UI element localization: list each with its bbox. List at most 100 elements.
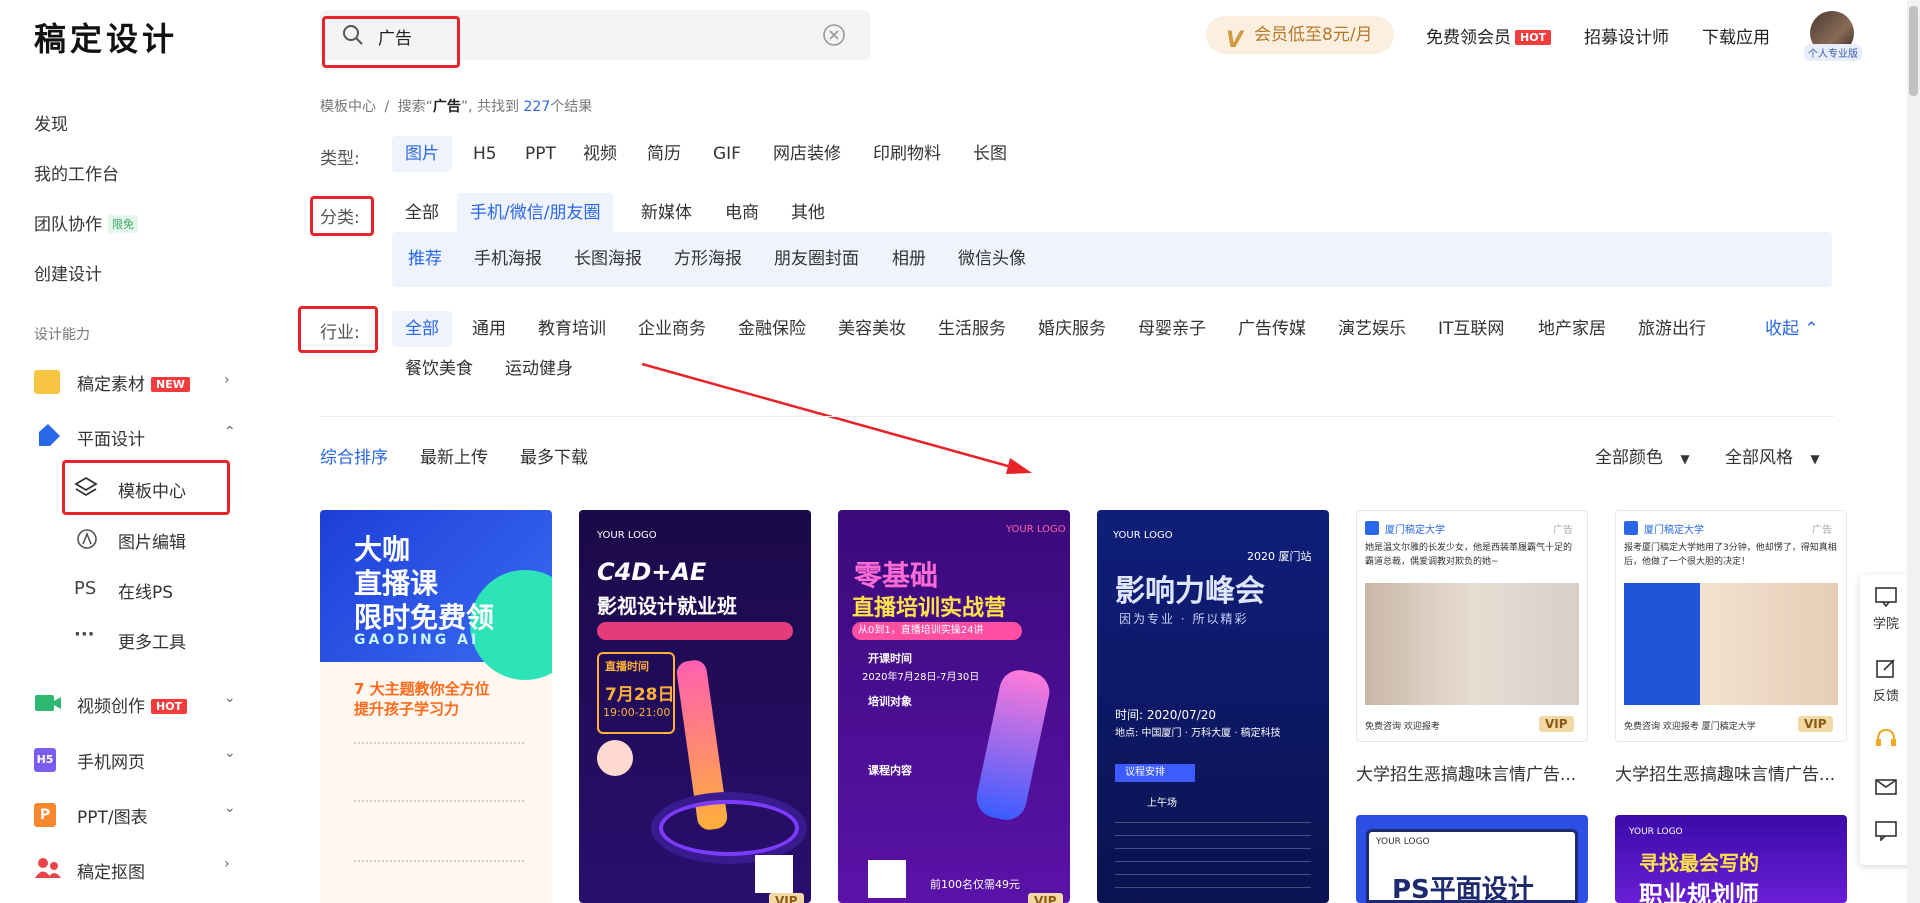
industry-option[interactable]: 旅游出行 <box>1625 311 1719 347</box>
industry-option[interactable]: IT互联网 <box>1425 311 1517 347</box>
industry-option[interactable]: 地产家居 <box>1525 311 1619 347</box>
subcategory-option[interactable]: 推荐 <box>408 232 442 287</box>
subcategory-option[interactable]: 方形海报 <box>674 232 742 287</box>
industry-option[interactable]: 通用 <box>459 311 519 347</box>
chevron-up-icon[interactable]: ⌃ <box>224 424 236 440</box>
template-card[interactable]: YOUR LOGO 2020 厦门站 影响力峰会 因为专业 · 所以精彩 时间:… <box>1097 510 1329 903</box>
industry-option[interactable]: 全部 <box>392 311 452 347</box>
category-option[interactable]: 全部 <box>392 195 452 231</box>
vip-banner[interactable]: V 会员低至8元/月 <box>1206 16 1394 54</box>
subcategory-option[interactable]: 相册 <box>892 232 926 287</box>
headset-icon[interactable] <box>1875 728 1897 748</box>
industry-option[interactable]: 生活服务 <box>925 311 1019 347</box>
chevron-right-icon[interactable]: › <box>224 856 230 872</box>
industry-option[interactable]: 婚庆服务 <box>1025 311 1119 347</box>
sidebar-item-online-ps[interactable]: 在线PS <box>118 578 173 603</box>
industry-option[interactable]: 母婴亲子 <box>1125 311 1219 347</box>
scrollbar-thumb[interactable] <box>1909 6 1918 96</box>
template-card[interactable]: 大咖 直播课 限时免费领 GAODING AI 7 大主题教你全方位 提升孩子学… <box>320 510 552 903</box>
type-option[interactable]: 网店装修 <box>760 136 854 172</box>
template-card[interactable]: 厦门稿定大学 广告 报考厦门稿定大学她用了3分钟，他却愣了，得知真相后，他做了一… <box>1615 510 1847 742</box>
sort-option[interactable]: 综合排序 <box>307 440 401 476</box>
category-option[interactable]: 新媒体 <box>628 195 705 231</box>
type-option[interactable]: 长图 <box>960 136 1020 172</box>
category-option[interactable]: 手机/微信/朋友圈 <box>457 193 614 233</box>
free-vip-link[interactable]: 免费领会员 HOT <box>1426 23 1552 48</box>
chevron-down-icon[interactable]: ⌄ <box>224 800 236 816</box>
sidebar-item-workbench[interactable]: 我的工作台 <box>34 160 119 185</box>
recruit-link[interactable]: 招募设计师 <box>1584 23 1669 48</box>
card-time: 时间: 2020/07/20 <box>1115 708 1217 722</box>
sidebar-item-create[interactable]: 创建设计 <box>34 260 102 285</box>
industry-option[interactable]: 运动健身 <box>492 351 586 387</box>
new-tag: NEW <box>151 377 190 392</box>
industry-option[interactable]: 演艺娱乐 <box>1325 311 1419 347</box>
industry-option[interactable]: 金融保险 <box>725 311 819 347</box>
card-title-line: PS平面设计 <box>1392 875 1534 903</box>
subcategory-option[interactable]: 微信头像 <box>958 232 1026 287</box>
chevron-up-icon: ⌃ <box>1804 319 1819 339</box>
card-illustration <box>1365 583 1579 705</box>
message-icon[interactable] <box>1875 821 1897 841</box>
logo[interactable]: 稿定设计 <box>34 14 178 60</box>
category-option[interactable]: 其他 <box>778 195 838 231</box>
feedback-button[interactable]: 反馈 <box>1860 685 1912 704</box>
sidebar-item-graphic[interactable]: 平面设计 <box>77 425 145 450</box>
industry-option[interactable]: 广告传媒 <box>1225 311 1319 347</box>
color-filter-dropdown[interactable]: 全部颜色 ▼ <box>1582 440 1703 476</box>
type-option[interactable]: GIF <box>700 136 754 172</box>
subcategory-option[interactable]: 长图海报 <box>574 232 642 287</box>
card-title[interactable]: 大学招生恶搞趣味言情广告... <box>1356 760 1588 785</box>
sidebar-item-materials[interactable]: 稿定素材 NEW <box>77 370 190 395</box>
industry-option[interactable]: 美容美妆 <box>825 311 919 347</box>
card-title[interactable]: 大学招生恶搞趣味言情广告... <box>1615 760 1847 785</box>
industry-option[interactable]: 餐饮美食 <box>392 351 486 387</box>
clear-icon[interactable] <box>822 23 846 47</box>
sidebar-item-discover[interactable]: 发现 <box>34 110 68 135</box>
chevron-down-icon[interactable]: ⌄ <box>224 745 236 761</box>
sidebar-item-image-edit[interactable]: 图片编辑 <box>118 528 186 553</box>
card-account: 厦门稿定大学 <box>1385 525 1445 536</box>
card-time: 19:00-21:00 <box>603 706 671 719</box>
academy-icon <box>1875 587 1897 607</box>
download-link[interactable]: 下载应用 <box>1702 23 1770 48</box>
collapse-button[interactable]: 收起 ⌃ <box>1752 311 1832 347</box>
industry-option[interactable]: 企业商务 <box>625 311 719 347</box>
sidebar-item-cutout[interactable]: 稿定抠图 <box>77 858 145 883</box>
sidebar-item-video[interactable]: 视频创作 HOT <box>77 692 188 717</box>
template-card[interactable]: YOUR LOGO 零基础 直播培训实战营 从0到1，直播培训实操24讲 开课时… <box>838 510 1070 903</box>
type-option[interactable]: 视频 <box>570 136 630 172</box>
card-session: 上午场 <box>1147 798 1177 809</box>
subcategory-row: 推荐 手机海报 长图海报 方形海报 朋友圈封面 相册 微信头像 <box>392 232 1832 287</box>
chevron-right-icon[interactable]: › <box>224 372 230 388</box>
sidebar-item-h5[interactable]: 手机网页 <box>77 748 145 773</box>
template-card[interactable]: YOUR LOGO C4D+AE 影视设计就业班 直播时间 7月28日 19:0… <box>579 510 811 903</box>
sidebar-item-ppt[interactable]: PPT/图表 <box>77 803 148 828</box>
template-card[interactable]: YOUR LOGO 寻找最会写的 职业规划师 <box>1615 815 1847 903</box>
sort-option[interactable]: 最新上传 <box>407 440 501 476</box>
subcategory-option[interactable]: 手机海报 <box>474 232 542 287</box>
vip-icon: V <box>1226 28 1244 53</box>
chevron-down-icon[interactable]: ⌄ <box>224 690 236 706</box>
mailbox-icon[interactable] <box>1875 775 1897 795</box>
category-option[interactable]: 电商 <box>712 195 772 231</box>
type-option[interactable]: H5 <box>460 136 510 172</box>
sidebar-item-template-center[interactable]: 模板中心 <box>118 477 186 502</box>
industry-option[interactable]: 教育培训 <box>525 311 619 347</box>
type-option[interactable]: 简历 <box>634 136 694 172</box>
breadcrumb-root[interactable]: 模板中心 <box>320 99 376 115</box>
type-option[interactable]: 印刷物料 <box>860 136 954 172</box>
type-option[interactable]: 图片 <box>392 136 452 172</box>
style-filter-dropdown[interactable]: 全部风格 ▼ <box>1712 440 1833 476</box>
sort-option[interactable]: 最多下载 <box>507 440 601 476</box>
sidebar-item-team[interactable]: 团队协作 限免 <box>34 210 138 235</box>
type-option[interactable]: PPT <box>512 136 569 172</box>
subcategory-option[interactable]: 朋友圈封面 <box>774 232 859 287</box>
sidebar-item-more-tools[interactable]: 更多工具 <box>118 628 186 653</box>
academy-button[interactable]: 学院 <box>1860 613 1912 632</box>
template-card[interactable]: 厦门稿定大学 广告 她是温文尔雅的长发少女，他是西装革履霸气十足的霸道总裁，偶爱… <box>1356 510 1588 742</box>
template-card[interactable]: YOUR LOGO PS平面设计 <box>1356 815 1588 903</box>
card-decor <box>659 800 799 856</box>
card-subtitle: 因为专业 · 所以精彩 <box>1119 612 1249 626</box>
scrollbar-track[interactable] <box>1907 0 1920 903</box>
